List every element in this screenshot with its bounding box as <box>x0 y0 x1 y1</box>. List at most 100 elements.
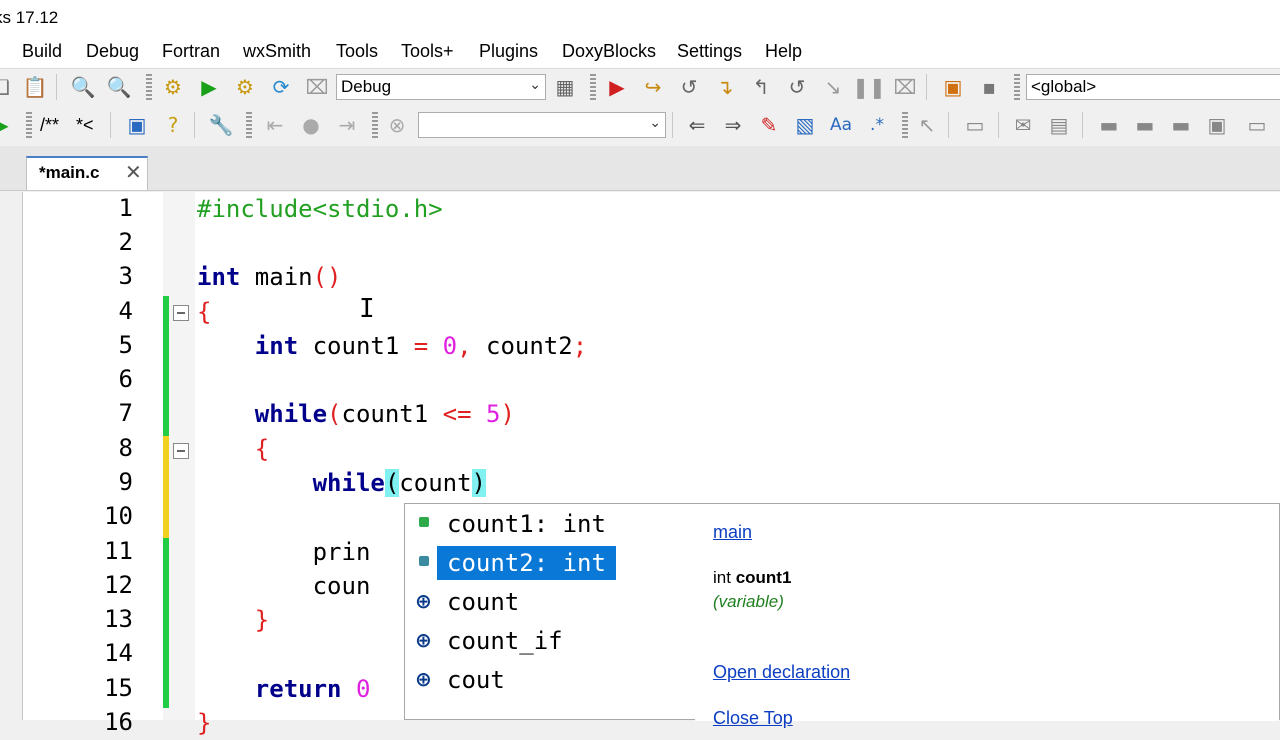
change-marker-saved <box>163 296 169 436</box>
menu-settings[interactable]: Settings <box>677 41 742 62</box>
tab-main-c[interactable]: *main.c ✕ <box>26 156 148 190</box>
autocomplete-item-label: cout <box>447 666 505 694</box>
run-to-cursor-icon[interactable]: ↪ <box>640 74 666 100</box>
layout-2-icon[interactable]: ▬ <box>1132 112 1158 138</box>
cpp-symbol-icon: ⊕ <box>415 667 432 691</box>
back-arrow-icon[interactable]: ⇐ <box>684 112 710 138</box>
paste-icon[interactable]: 📋 <box>22 74 48 100</box>
close-top-link[interactable]: Close Top <box>713 708 793 729</box>
line-number: 11 <box>104 537 133 565</box>
menu-build[interactable]: Build <box>22 41 62 62</box>
highlight-icon[interactable]: ✎ <box>756 112 782 138</box>
menu-fortran[interactable]: Fortran <box>162 41 220 62</box>
layout-5-icon[interactable]: ▭ <box>1244 112 1270 138</box>
play-icon[interactable]: ▶ <box>0 112 14 138</box>
toolbar-grip[interactable] <box>372 112 378 138</box>
line-number: 8 <box>118 434 133 462</box>
next-bookmark-icon[interactable]: ⇥ <box>334 112 360 138</box>
toolbar-grip[interactable] <box>26 112 32 138</box>
build-and-run-icon[interactable]: ⚙ <box>232 74 258 100</box>
autocomplete-item[interactable]: ⊕ cout <box>405 660 695 698</box>
selected-text-icon[interactable]: ▧ <box>792 112 818 138</box>
match-case-icon[interactable]: Aa <box>828 112 854 138</box>
code-line: #include<stdio.h> <box>197 195 443 223</box>
pointer-icon[interactable]: ↖ <box>914 112 940 138</box>
abort-icon[interactable]: ⌧ <box>304 74 330 100</box>
scope-value: <global> <box>1031 77 1097 96</box>
line-number: 1 <box>118 194 133 222</box>
build-target-select[interactable]: Debug ⌄ <box>336 74 546 100</box>
copy-icon[interactable]: ❏ <box>0 74 14 100</box>
menu-wxsmith[interactable]: wxSmith <box>243 41 311 62</box>
various-info-icon[interactable]: ▪ <box>976 74 1002 100</box>
build-options-icon[interactable]: ▦ <box>552 74 578 100</box>
toggle-bookmark-icon[interactable]: ● <box>298 112 324 138</box>
search-combo[interactable]: ⌄ <box>418 112 666 138</box>
open-declaration-link[interactable]: Open declaration <box>713 662 850 683</box>
autocomplete-list: count1: int count2: int ⊕ count ⊕ count_… <box>405 504 696 721</box>
code-line: return 0 <box>254 675 371 703</box>
run-icon[interactable]: ▶ <box>196 74 222 100</box>
rectangle-icon[interactable]: ▭ <box>962 112 988 138</box>
clear-search-icon[interactable]: ⊗ <box>384 112 410 138</box>
toolbar-separator <box>110 112 111 138</box>
layout-1-icon[interactable]: ▬ <box>1096 112 1122 138</box>
layout-4-icon[interactable]: ▣ <box>1204 112 1230 138</box>
menu-tools[interactable]: Tools <box>336 41 378 62</box>
fold-toggle-icon[interactable] <box>173 305 189 321</box>
close-icon[interactable]: ✕ <box>125 160 142 184</box>
comment-block-button[interactable]: /** <box>40 115 59 136</box>
doxywizard-icon[interactable]: ▣ <box>124 112 150 138</box>
find-icon[interactable]: 🔍 <box>70 74 96 100</box>
menu-help[interactable]: Help <box>765 41 802 62</box>
toolbar-grip[interactable] <box>146 74 152 100</box>
menu-debug[interactable]: Debug <box>86 41 139 62</box>
envelope-icon[interactable]: ✉ <box>1010 112 1036 138</box>
help-icon[interactable]: ? <box>160 112 186 138</box>
next-instruction-icon[interactable]: ↺ <box>784 74 810 100</box>
replace-icon[interactable]: 🔍 <box>106 74 132 100</box>
build-gear-icon[interactable]: ⚙ <box>160 74 186 100</box>
chevron-down-icon: ⌄ <box>649 115 661 131</box>
line-number: 13 <box>104 605 133 633</box>
debug-windows-icon[interactable]: ▣ <box>940 74 966 100</box>
line-number-gutter: 1 2 3 4 5 6 7 8 9 10 11 12 13 14 15 16 <box>23 192 163 736</box>
line-number: 16 <box>104 708 133 736</box>
step-out-icon[interactable]: ↰ <box>748 74 774 100</box>
editor-tab-bar: *main.c ✕ <box>0 146 1280 191</box>
code-line: while(count) <box>312 469 486 497</box>
autocomplete-item-selected[interactable]: count2: int <box>405 543 695 581</box>
line-number: 12 <box>104 571 133 599</box>
autocomplete-item[interactable]: ⊕ count <box>405 582 695 620</box>
regex-icon[interactable]: .* <box>864 112 890 138</box>
prev-bookmark-icon[interactable]: ⇤ <box>262 112 288 138</box>
rebuild-icon[interactable]: ⟳ <box>268 74 294 100</box>
stop-debug-icon[interactable]: ⌧ <box>892 74 918 100</box>
layout-3-icon[interactable]: ▬ <box>1168 112 1194 138</box>
toolbar-grip[interactable] <box>902 112 908 138</box>
step-into-icon[interactable]: ↴ <box>712 74 738 100</box>
menu-plugins[interactable]: Plugins <box>479 41 538 62</box>
toolbar-grip[interactable] <box>1014 74 1020 100</box>
menu-doxyblocks[interactable]: DoxyBlocks <box>562 41 656 62</box>
fold-toggle-icon[interactable] <box>173 443 189 459</box>
menu-tools-plus[interactable]: Tools+ <box>401 41 454 62</box>
step-into-instruction-icon[interactable]: ↘ <box>820 74 846 100</box>
wrench-icon[interactable]: 🔧 <box>208 112 234 138</box>
toolbar-separator <box>926 74 927 100</box>
autocomplete-item[interactable]: count1: int <box>405 504 695 542</box>
scope-link[interactable]: main <box>713 522 752 543</box>
text-box-icon[interactable]: ▤ <box>1046 112 1072 138</box>
pause-icon[interactable]: ❚❚ <box>852 74 886 100</box>
toolbar-grip[interactable] <box>590 74 596 100</box>
comment-line-button[interactable]: *< <box>76 115 94 136</box>
variable-icon <box>419 556 429 566</box>
next-line-icon[interactable]: ↺ <box>676 74 702 100</box>
debug-start-icon[interactable]: ▶ <box>604 74 630 100</box>
forward-arrow-icon[interactable]: ⇒ <box>720 112 746 138</box>
scope-select[interactable]: <global> <box>1026 74 1280 100</box>
toolbar-grip[interactable] <box>246 112 252 138</box>
autocomplete-item-label: count <box>447 588 520 616</box>
autocomplete-item[interactable]: ⊕ count_if <box>405 621 695 659</box>
code-line: { <box>197 298 212 326</box>
